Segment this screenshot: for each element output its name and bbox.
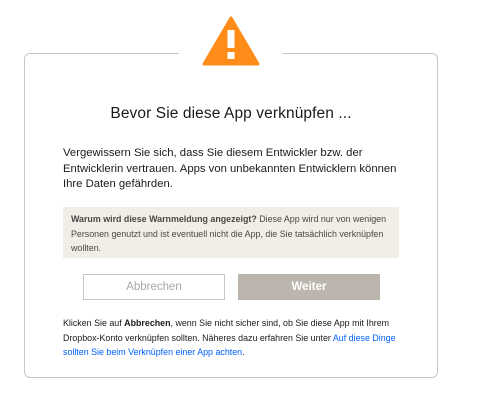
warning-info-box: Warum wird diese Warnmeldung angezeigt? … xyxy=(63,207,399,258)
page: Bevor Sie diese App verknüpfen ... Verge… xyxy=(0,0,491,405)
footnote-part1: Klicken Sie auf xyxy=(63,318,125,328)
footnote-text: Klicken Sie auf Abbrechen, wenn Sie nich… xyxy=(63,316,403,360)
info-question: Warum wird diese Warnmeldung angezeigt? xyxy=(71,214,257,224)
cancel-button[interactable]: Abbrechen xyxy=(83,274,225,300)
intro-text: Vergewissern Sie sich, dass Sie diesem E… xyxy=(63,147,397,190)
continue-button[interactable]: Weiter xyxy=(238,274,380,300)
dialog-title: Bevor Sie diese App verknüpfen ... xyxy=(110,105,352,122)
warning-triangle-icon xyxy=(202,12,260,66)
footnote-cancel-word: Abbrechen xyxy=(124,318,171,328)
warning-badge xyxy=(179,12,283,74)
footnote-part3: . xyxy=(242,347,245,357)
